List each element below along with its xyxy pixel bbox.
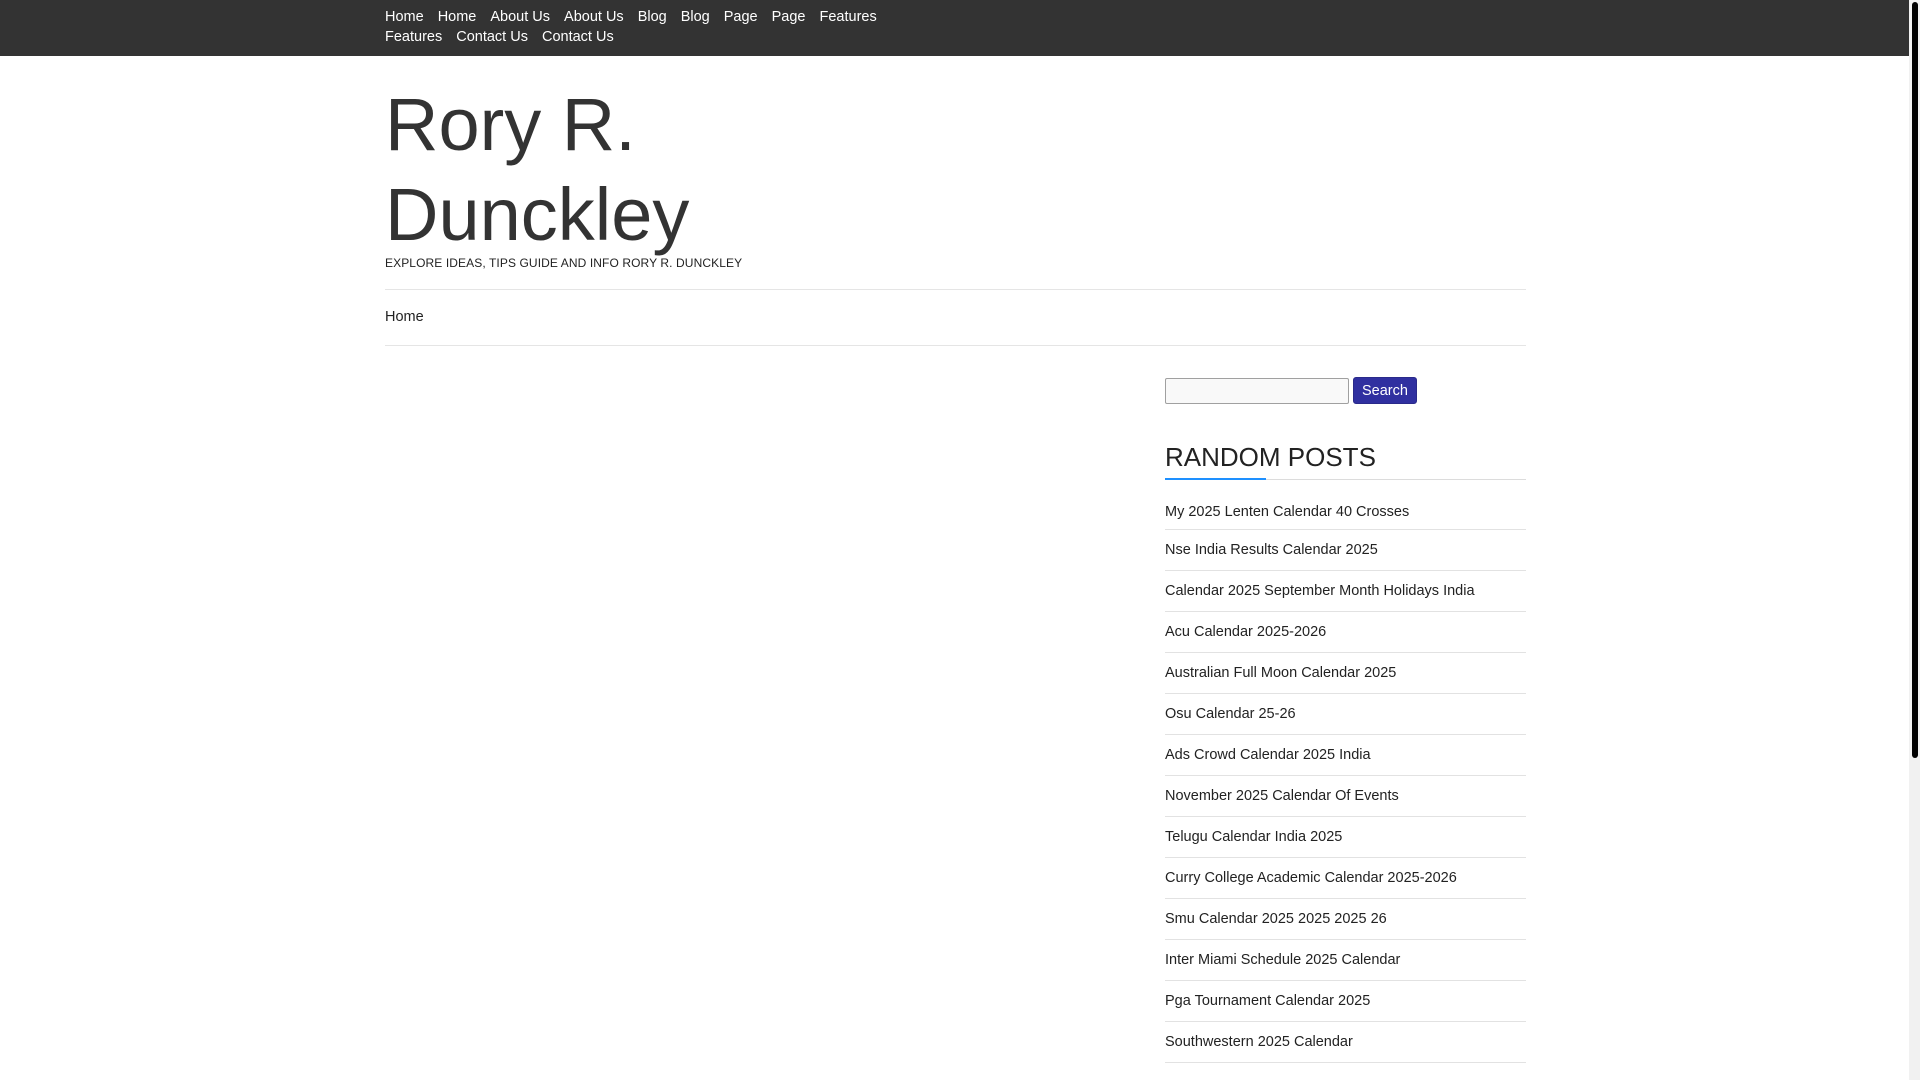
header-divider	[385, 289, 1526, 290]
page-scrollbar[interactable]	[1909, 0, 1920, 1080]
post-link[interactable]: Curry College Academic Calendar 2025-202…	[1165, 870, 1457, 886]
topnav-item-home[interactable]: Home	[385, 8, 424, 26]
post-link[interactable]: Acu Calendar 2025-2026	[1165, 624, 1326, 640]
top-bar: Home Home About Us About Us Blog Blog Pa…	[0, 0, 1909, 56]
main-nav-home[interactable]: Home	[385, 309, 424, 325]
list-item: Australian Full Moon Calendar 2025	[1165, 653, 1526, 694]
list-item: My 2025 Lenten Calendar 40 Crosses	[1165, 498, 1526, 530]
topnav-item-features[interactable]: Features	[385, 28, 442, 46]
scrollbar-thumb[interactable]	[1912, 2, 1918, 758]
topnav-item-blog[interactable]: Blog	[638, 8, 667, 26]
random-posts-title-text: RANDOM POSTS	[1165, 442, 1376, 472]
site-title[interactable]: Rory R. Dunckley	[385, 80, 945, 260]
site-tagline: EXPLORE IDEAS, TIPS GUIDE AND INFO RORY …	[385, 256, 743, 270]
list-item: Smu Calendar 2025 2025 2025 26	[1165, 899, 1526, 940]
post-link[interactable]: Inter Miami Schedule 2025 Calendar	[1165, 952, 1400, 968]
sidebar: Search RANDOM POSTS My 2025 Lenten Calen…	[1165, 377, 1526, 1063]
post-link[interactable]: November 2025 Calendar Of Events	[1165, 788, 1399, 804]
post-link[interactable]: Southwestern 2025 Calendar	[1165, 1034, 1353, 1050]
search-button[interactable]: Search	[1353, 377, 1417, 404]
topnav-item-about-us[interactable]: About Us	[490, 8, 550, 26]
topnav-item-features[interactable]: Features	[820, 8, 877, 26]
post-link[interactable]: Ads Crowd Calendar 2025 India	[1165, 747, 1371, 763]
search-input[interactable]	[1165, 377, 1349, 404]
post-link[interactable]: Nse India Results Calendar 2025	[1165, 542, 1378, 558]
list-item: Acu Calendar 2025-2026	[1165, 612, 1526, 653]
list-item: November 2025 Calendar Of Events	[1165, 776, 1526, 817]
list-item: Inter Miami Schedule 2025 Calendar	[1165, 940, 1526, 981]
nav-divider	[385, 345, 1526, 346]
list-item: Osu Calendar 25-26	[1165, 694, 1526, 735]
list-item: Nse India Results Calendar 2025	[1165, 530, 1526, 571]
post-link[interactable]: Pga Tournament Calendar 2025	[1165, 993, 1370, 1009]
search-form: Search	[1165, 377, 1526, 404]
topnav-item-page[interactable]: Page	[724, 8, 758, 26]
topnav-item-home[interactable]: Home	[438, 8, 477, 26]
post-link[interactable]: Telugu Calendar India 2025	[1165, 829, 1342, 845]
site-title-line-2[interactable]: Dunckley	[385, 173, 689, 256]
topnav-item-page[interactable]: Page	[772, 8, 806, 26]
topnav-item-about-us[interactable]: About Us	[564, 8, 624, 26]
top-navigation: Home Home About Us About Us Blog Blog Pa…	[385, 8, 905, 46]
site-title-line-1[interactable]: Rory R.	[385, 83, 636, 166]
post-link[interactable]: Calendar 2025 September Month Holidays I…	[1165, 583, 1475, 599]
post-link[interactable]: Smu Calendar 2025 2025 2025 26	[1165, 911, 1387, 927]
post-link[interactable]: Osu Calendar 25-26	[1165, 706, 1296, 722]
title-accent-underline	[1165, 478, 1266, 480]
list-item: Telugu Calendar India 2025	[1165, 817, 1526, 858]
list-item: Ads Crowd Calendar 2025 India	[1165, 735, 1526, 776]
topnav-item-blog[interactable]: Blog	[681, 8, 710, 26]
list-item: Curry College Academic Calendar 2025-202…	[1165, 858, 1526, 899]
random-posts-list: My 2025 Lenten Calendar 40 Crosses Nse I…	[1165, 498, 1526, 1063]
random-posts-title: RANDOM POSTS	[1165, 441, 1526, 480]
post-link[interactable]: My 2025 Lenten Calendar 40 Crosses	[1165, 504, 1409, 520]
topnav-item-contact-us[interactable]: Contact Us	[542, 28, 614, 46]
list-item: Pga Tournament Calendar 2025	[1165, 981, 1526, 1022]
topnav-item-contact-us[interactable]: Contact Us	[456, 28, 528, 46]
list-item: Southwestern 2025 Calendar	[1165, 1022, 1526, 1063]
list-item: Calendar 2025 September Month Holidays I…	[1165, 571, 1526, 612]
post-link[interactable]: Australian Full Moon Calendar 2025	[1165, 665, 1396, 681]
